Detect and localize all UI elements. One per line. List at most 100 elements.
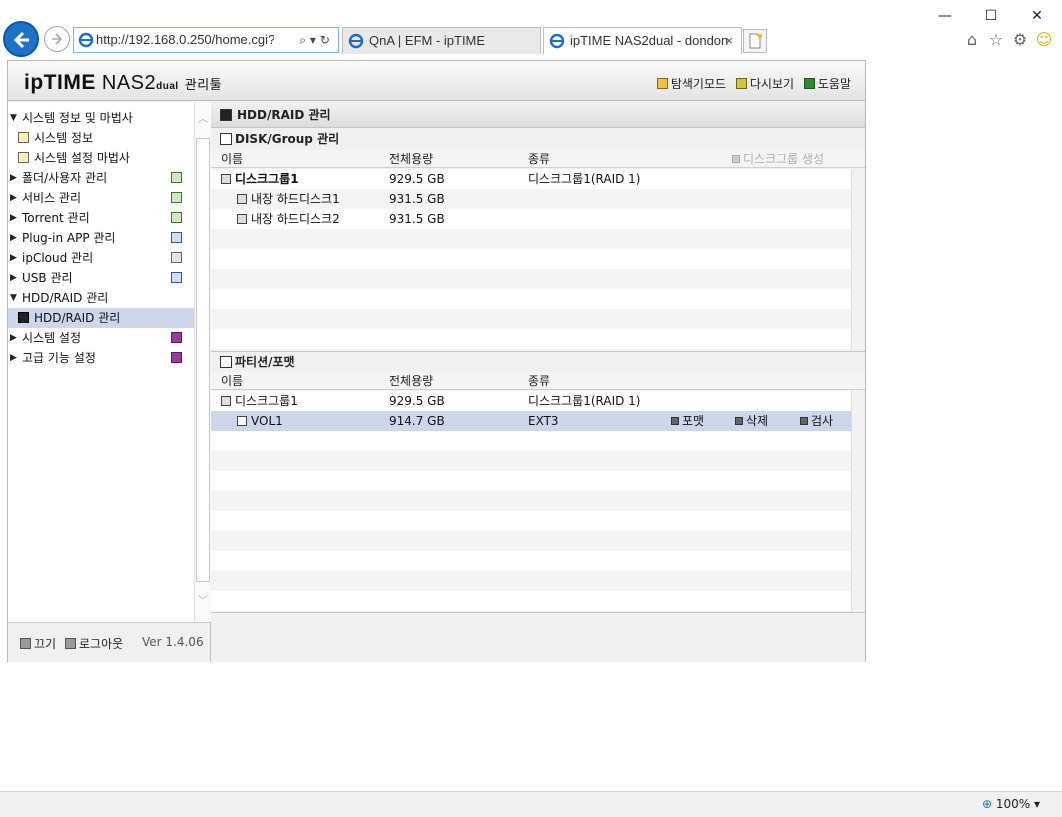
nav-ipcloud[interactable]: ▶ ipCloud 관리 <box>8 248 194 268</box>
nav-hdd-raid-manage[interactable]: HDD/RAID 관리 <box>8 308 194 328</box>
sidebar: ▼ 시스템 정보 및 마법사 시스템 정보 시스템 설정 마법사 ▶ 폴더/사용자 … <box>8 102 211 622</box>
zoom-icon: ⊕ <box>981 797 993 811</box>
scroll-down-icon[interactable]: ﹀ <box>198 592 208 607</box>
disk-table: 디스크그룹1 929.5 GB 디스크그룹1(RAID 1) 내장 하드디스크1… <box>211 169 851 349</box>
disk-group-section-title: DISK/Group 관리 <box>211 129 865 149</box>
tab-iptime[interactable]: ipTIME NAS2dual - dondon × <box>543 27 742 54</box>
new-tab-button[interactable] <box>743 29 767 53</box>
expand-arrow-icon[interactable]: ▶ <box>10 268 17 288</box>
feedback-smiley-icon[interactable]: ☺ <box>1034 30 1054 50</box>
table-row[interactable]: 디스크그룹1 929.5 GB 디스크그룹1(RAID 1) <box>211 169 851 189</box>
nav-system-setup-wizard[interactable]: 시스템 설정 마법사 <box>8 148 194 168</box>
check-button[interactable]: 검사 <box>800 411 833 431</box>
expand-arrow-icon[interactable]: ▶ <box>10 328 17 348</box>
create-icon <box>732 155 740 163</box>
hdd-icon <box>220 109 232 121</box>
ie-icon <box>549 33 565 49</box>
disk-group-icon <box>221 396 231 406</box>
nav-torrent[interactable]: ▶ Torrent 관리 <box>8 208 194 228</box>
power-icon <box>20 638 31 649</box>
expand-arrow-icon[interactable]: ▶ <box>10 248 17 268</box>
create-disk-group-button[interactable]: 디스크그룹 생성 <box>732 150 824 168</box>
refresh-icon <box>735 78 747 89</box>
delete-button[interactable]: 삭제 <box>735 411 768 431</box>
minimize-button[interactable]: — <box>922 2 968 30</box>
nav-advanced-settings[interactable]: ▶ 고급 기능 설정 <box>8 348 194 368</box>
address-controls-icon[interactable]: ⌕▾↻ <box>299 28 334 52</box>
cloud-icon <box>171 252 182 263</box>
plugin-icon <box>171 232 182 243</box>
forward-arrow-icon <box>52 33 63 45</box>
sidebar-footer: 끄기 로그아웃 Ver 1.4.06 <box>8 622 211 662</box>
expand-arrow-icon[interactable]: ▼ <box>10 288 17 308</box>
tab-label: QnA | EFM - ipTIME <box>369 33 486 48</box>
maximize-button[interactable]: ☐ <box>968 2 1014 30</box>
logout-button[interactable]: 로그아웃 <box>65 635 123 652</box>
expand-arrow-icon[interactable]: ▶ <box>10 168 17 188</box>
power-off-button[interactable]: 끄기 <box>20 635 56 652</box>
header-links: 탐색기모드 다시보기 도움말 <box>651 75 851 92</box>
scroll-thumb[interactable] <box>196 138 210 582</box>
address-bar[interactable]: http://192.168.0.250/home.cgi?lo ⌕▾↻ <box>73 27 339 53</box>
nav-system-info-wizard[interactable]: ▼ 시스템 정보 및 마법사 <box>8 108 194 128</box>
disk-table-scrollbar[interactable] <box>851 169 865 349</box>
page-title: HDD/RAID 관리 <box>211 102 865 128</box>
expand-arrow-icon[interactable]: ▶ <box>10 188 17 208</box>
folder-user-icon <box>171 172 182 183</box>
status-bar: ⊕ 100% ▾ <box>0 791 1062 817</box>
help-icon <box>803 78 815 89</box>
forward-button[interactable] <box>44 26 70 52</box>
close-window-button[interactable]: ✕ <box>1014 2 1060 30</box>
partition-table: 디스크그룹1 929.5 GB 디스크그룹1(RAID 1) VOL1 914.… <box>211 391 851 611</box>
volume-icon <box>237 416 247 426</box>
tab-close-icon[interactable]: × <box>725 28 733 54</box>
logout-icon <box>65 638 76 649</box>
table-row[interactable]: 내장 하드디스크1 931.5 GB <box>211 189 851 209</box>
nas-admin-app: ipTIME NAS2dual 관리툴 탐색기모드 다시보기 도움말 ▼ 시스템 … <box>7 60 866 662</box>
chart-icon <box>18 132 29 143</box>
nav-folder-user[interactable]: ▶ 폴더/사용자 관리 <box>8 168 194 188</box>
help-link[interactable]: 도움말 <box>803 77 851 91</box>
nav-usb[interactable]: ▶ USB 관리 <box>8 268 194 288</box>
disk-icon <box>237 194 247 204</box>
settings-gear-icon[interactable]: ⚙ <box>1010 30 1030 50</box>
favorites-star-icon[interactable]: ☆ <box>986 30 1006 50</box>
back-button[interactable] <box>3 21 39 57</box>
home-icon[interactable]: ⌂ <box>962 30 982 50</box>
nav-plugin-app[interactable]: ▶ Plug-in APP 관리 <box>8 228 194 248</box>
advanced-icon <box>171 352 182 363</box>
refresh-link[interactable]: 다시보기 <box>735 77 794 91</box>
expand-arrow-icon[interactable]: ▶ <box>10 348 17 368</box>
address-url[interactable]: http://192.168.0.250/home.cgi?lo <box>96 28 274 52</box>
ie-icon <box>348 33 364 49</box>
format-button[interactable]: 포맷 <box>671 411 704 431</box>
expand-arrow-icon[interactable]: ▼ <box>10 108 17 128</box>
nav-hdd-raid[interactable]: ▼ HDD/RAID 관리 <box>8 288 194 308</box>
hdd-icon <box>18 312 29 323</box>
scroll-up-icon[interactable]: ︿ <box>198 110 208 125</box>
nav-service[interactable]: ▶ 서비스 관리 <box>8 188 194 208</box>
nav-system-info[interactable]: 시스템 정보 <box>8 128 194 148</box>
iptime-logo: ipTIME NAS2dual 관리툴 <box>24 71 223 94</box>
nav-system-settings[interactable]: ▶ 시스템 설정 <box>8 328 194 348</box>
tab-qna[interactable]: QnA | EFM - ipTIME <box>342 27 541 54</box>
table-row[interactable]: 내장 하드디스크2 931.5 GB <box>211 209 851 229</box>
back-arrow-icon <box>13 31 29 49</box>
format-icon <box>671 417 679 425</box>
partition-table-scrollbar[interactable] <box>851 391 865 611</box>
explorer-mode-link[interactable]: 탐색기모드 <box>656 77 726 91</box>
divider <box>211 612 865 613</box>
table-row-selected[interactable]: VOL1 914.7 GB EXT3 포맷 삭제 검사 <box>211 411 851 431</box>
expand-arrow-icon[interactable]: ▶ <box>10 228 17 248</box>
tab-label: ipTIME NAS2dual - dondon <box>570 33 729 48</box>
usb-icon <box>171 272 182 283</box>
zoom-control[interactable]: ⊕ 100% ▾ <box>982 797 1040 811</box>
table-row[interactable]: 디스크그룹1 929.5 GB 디스크그룹1(RAID 1) <box>211 391 851 411</box>
expand-arrow-icon[interactable]: ▶ <box>10 208 17 228</box>
partition-section-title: 파티션/포맷 <box>211 351 865 371</box>
disk-group-icon <box>221 174 231 184</box>
sidebar-scrollbar[interactable]: ︿ ﹀ <box>194 102 211 622</box>
nav-tree: ▼ 시스템 정보 및 마법사 시스템 정보 시스템 설정 마법사 ▶ 폴더/사용자 … <box>8 108 194 368</box>
ie-icon <box>78 32 94 48</box>
partition-icon <box>220 356 232 368</box>
